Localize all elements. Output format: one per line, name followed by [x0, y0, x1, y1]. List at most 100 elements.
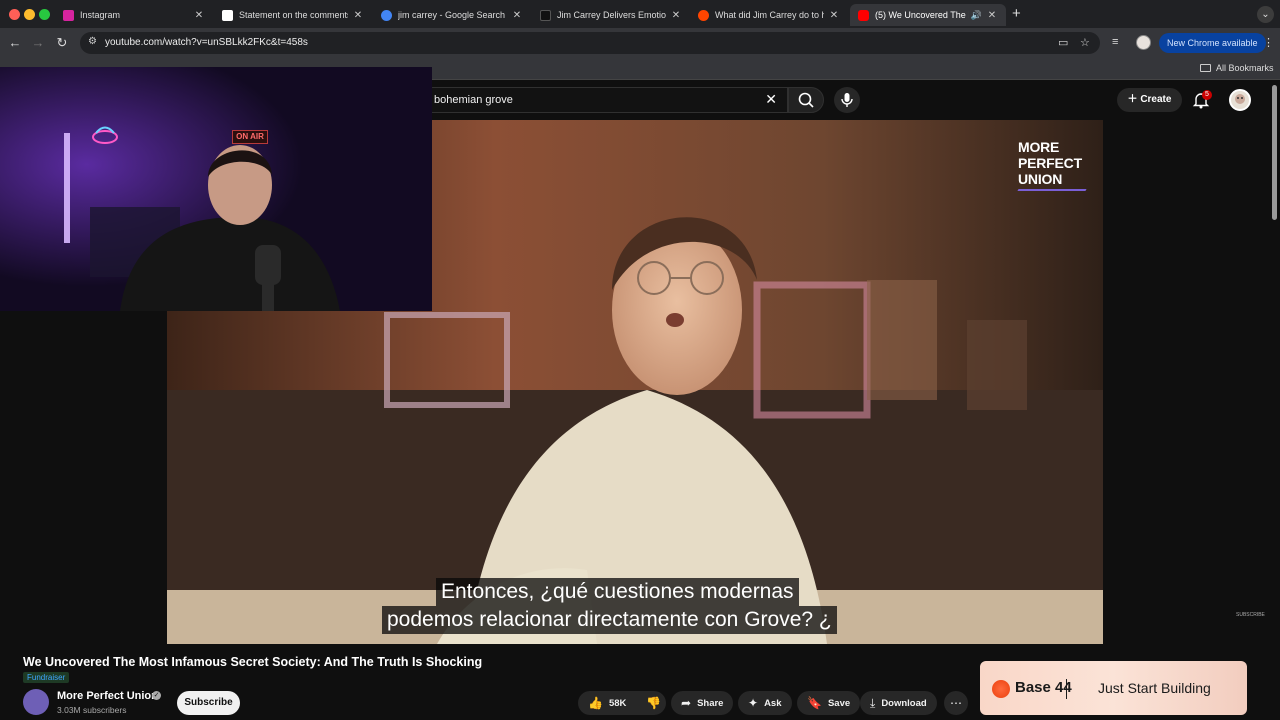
browser-tab-google[interactable]: jim carrey - Google Search ✕ — [373, 4, 531, 26]
thumbs-up-icon[interactable]: 👍 — [588, 696, 603, 710]
notification-count-badge: 5 — [1202, 90, 1212, 100]
logo-line: MORE — [1018, 139, 1060, 155]
install-app-icon[interactable]: ▭ — [1058, 36, 1068, 49]
download-label: Download — [881, 697, 927, 709]
media-controls-icon[interactable]: ≡ — [1112, 36, 1118, 48]
youtube-icon — [858, 9, 869, 21]
ad-divider — [1066, 679, 1067, 699]
all-bookmarks-label: All Bookmarks — [1216, 63, 1274, 73]
address-url[interactable]: youtube.com/watch?v=unSBLkk2FKc&t=458s — [105, 37, 308, 48]
video-title: We Uncovered The Most Infamous Secret So… — [23, 655, 483, 669]
window-zoom-button[interactable] — [39, 9, 50, 20]
tab-title: (5) We Uncovered The Mo — [875, 10, 969, 20]
reload-icon[interactable]: ↻ — [54, 35, 70, 51]
bookmark-icon: 🔖 — [807, 696, 822, 710]
forward-arrow-icon[interactable]: → — [30, 35, 46, 50]
more-perfect-union-logo: MORE PERFECT UNION — [1017, 139, 1087, 191]
new-tab-button[interactable]: + — [1012, 5, 1021, 22]
site-favicon-icon — [540, 9, 551, 21]
share-arrow-icon: ➦ — [681, 696, 692, 710]
share-button[interactable]: ➦ Share — [671, 691, 734, 715]
audio-playing-icon[interactable]: 🔊 — [971, 10, 982, 21]
search-button[interactable] — [788, 87, 824, 113]
download-button[interactable]: ⤓ Download — [860, 691, 937, 715]
microphone-icon — [841, 93, 853, 107]
chrome-update-button[interactable]: New Chrome available — [1159, 33, 1266, 53]
browser-tab-reddit[interactable]: What did Jim Carrey do to his ✕ — [690, 4, 848, 26]
folder-icon — [1200, 64, 1211, 72]
tab-close-icon[interactable]: ✕ — [986, 10, 998, 21]
avatar-face-icon — [1235, 94, 1245, 104]
search-input[interactable]: bohemian grove ✕ — [420, 87, 788, 113]
instagram-icon — [63, 9, 74, 21]
search-query[interactable]: bohemian grove — [434, 94, 513, 106]
sparkle-icon: ✦ — [748, 696, 759, 710]
page-scrollbar[interactable] — [1272, 85, 1277, 220]
caption-line-2: podemos relacionar directamente con Grov… — [382, 606, 837, 634]
verified-check-icon: ✓ — [152, 691, 161, 700]
ask-button[interactable]: ✦ Ask — [738, 691, 792, 715]
browser-tab-instagram[interactable]: Instagram ✕ — [55, 4, 213, 26]
logo-underline — [1017, 189, 1087, 191]
tab-title: Instagram — [80, 10, 121, 20]
tab-title: Statement on the comments — [239, 10, 348, 20]
bookmark-star-icon[interactable]: ☆ — [1080, 36, 1090, 49]
tab-title: Jim Carrey Delivers Emotiona — [557, 10, 666, 20]
ask-label: Ask — [764, 697, 782, 709]
webcam-feed-image — [0, 67, 432, 311]
tab-title: What did Jim Carrey do to his — [715, 10, 824, 20]
like-dislike-group: 👍 58K 👎 — [578, 691, 666, 715]
browser-tab-statement[interactable]: Statement on the comments ✕ — [214, 4, 372, 26]
create-button[interactable]: ＋ Create — [1117, 88, 1182, 112]
browser-tab-jim-carrey-video[interactable]: Jim Carrey Delivers Emotiona ✕ — [532, 4, 690, 26]
webcam-overlay — [0, 67, 432, 311]
like-count[interactable]: 58K — [609, 698, 626, 709]
caption-line-1: Entonces, ¿qué cuestiones modernas — [436, 578, 799, 606]
voice-search-button[interactable] — [834, 87, 860, 113]
tab-close-icon[interactable]: ✕ — [193, 10, 205, 21]
browser-tab-youtube-active[interactable]: (5) We Uncovered The Mo 🔊 ✕ — [850, 4, 1006, 26]
thumbs-down-icon[interactable]: 👎 — [646, 696, 661, 710]
subscribe-button[interactable]: Subscribe — [177, 691, 240, 715]
clear-search-icon[interactable]: ✕ — [765, 91, 777, 108]
more-menu-icon[interactable]: ⋮ — [1263, 36, 1274, 49]
site-info-icon[interactable]: ⚙ — [88, 36, 97, 47]
share-label: Share — [697, 697, 724, 709]
all-bookmarks-button[interactable]: All Bookmarks — [1200, 63, 1274, 73]
create-label: Create — [1140, 94, 1172, 105]
download-icon: ⤓ — [870, 695, 876, 710]
channel-name[interactable]: More Perfect Union — [57, 690, 158, 702]
fundraiser-badge[interactable]: Fundraiser — [23, 672, 70, 683]
reddit-icon — [698, 9, 709, 21]
logo-line: PERFECT — [1018, 155, 1082, 171]
ad-tagline: Just Start Building — [1098, 680, 1211, 696]
save-button[interactable]: 🔖 Save — [797, 691, 861, 715]
ad-brand: Base 44 — [1015, 679, 1072, 696]
user-avatar[interactable] — [1229, 89, 1251, 111]
tab-close-icon[interactable]: ✕ — [352, 10, 364, 21]
google-icon — [381, 9, 392, 21]
logo-line: UNION — [1018, 171, 1063, 187]
more-actions-button[interactable]: ⋯ — [944, 691, 968, 715]
tab-title: jim carrey - Google Search — [398, 10, 506, 20]
base44-logo-icon — [992, 680, 1010, 698]
overlay-subscribe-watermark[interactable]: SUBSCRIBE — [1236, 612, 1265, 618]
chrome-profile-avatar[interactable] — [1136, 35, 1151, 50]
address-bar[interactable]: ⚙ youtube.com/watch?v=unSBLkk2FKc&t=458s — [80, 32, 1100, 54]
window-minimize-button[interactable] — [24, 9, 35, 20]
more-horizontal-icon: ⋯ — [950, 696, 962, 710]
channel-avatar[interactable] — [23, 689, 49, 715]
tab-close-icon[interactable]: ✕ — [670, 10, 682, 21]
search-icon — [798, 92, 814, 108]
window-close-button[interactable] — [9, 9, 20, 20]
tab-search-chevron-icon[interactable]: ⌄ — [1257, 6, 1274, 23]
on-air-sign: ON AIR — [232, 130, 268, 144]
save-label: Save — [827, 697, 851, 709]
subscriber-count: 3.03M subscribers — [57, 705, 127, 715]
ad-banner[interactable]: Base 44 Just Start Building — [980, 661, 1247, 715]
back-arrow-icon[interactable]: ← — [7, 35, 23, 50]
plus-icon: ＋ — [1127, 94, 1141, 105]
tab-close-icon[interactable]: ✕ — [511, 10, 523, 21]
site-favicon-icon — [222, 9, 233, 21]
tab-close-icon[interactable]: ✕ — [828, 10, 840, 21]
